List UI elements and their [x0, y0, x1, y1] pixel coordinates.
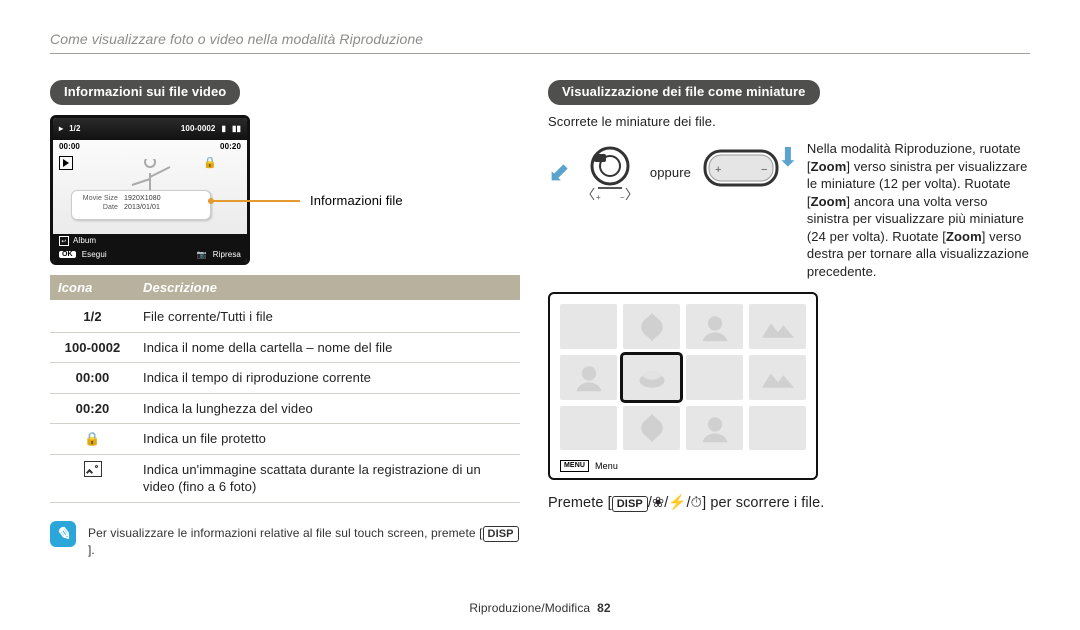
counter: 1/2 — [69, 125, 80, 133]
callout-line — [208, 200, 300, 202]
thumbnails-sub: Scorrete le miniature dei file. — [548, 113, 1030, 131]
icon-description-table: Icona Descrizione 1/2 File corrente/Tutt… — [50, 275, 520, 503]
zoom-ring-icon: + − — [580, 140, 640, 205]
thumb-cell — [749, 355, 806, 400]
svg-text:+: + — [596, 193, 601, 200]
breadcrumb: Come visualizzare foto o video nella mod… — [50, 30, 1030, 54]
row-desc: File corrente/Tutti i file — [135, 301, 520, 332]
thumb-cell — [560, 406, 617, 451]
note-text: Per visualizzare le informazioni relativ… — [88, 526, 479, 540]
row-desc: Indica un'immagine scattata durante la r… — [135, 454, 520, 502]
th-icon: Icona — [50, 275, 135, 302]
shoot-label: Ripresa — [213, 251, 241, 259]
flash-icon: ⚡ — [668, 495, 686, 511]
back-icon: ↩ — [59, 236, 69, 246]
thumb-cell — [623, 406, 680, 451]
file-no: 100-0002 — [181, 125, 216, 133]
time-current: 00:00 — [59, 140, 80, 154]
thumb-cell — [560, 355, 617, 400]
thumb-cell-selected — [623, 355, 680, 400]
note-icon: ✎ — [50, 521, 76, 547]
lcd-mockup: ▸ 1/2 100-0002 ▮ ▮▮ 00:00 00:20 🔒 — [50, 115, 250, 265]
svg-text:−: − — [761, 164, 768, 176]
thumbnails-desc: Nella modalità Riproduzione, ruotate [Zo… — [807, 140, 1030, 280]
file-info-popup: Movie Size 1920X1080 Date 2013/01/01 — [71, 190, 211, 220]
row-icon: 1/2 — [50, 301, 135, 332]
thumb-cell — [686, 355, 743, 400]
arrow-left-icon: ⬋ — [548, 155, 570, 190]
row-desc: Indica un file protetto — [135, 424, 520, 455]
row-icon: 100-0002 — [50, 332, 135, 363]
page-footer: Riproduzione/Modifica 82 — [0, 600, 1080, 616]
timer-icon: ⏱ — [691, 495, 702, 511]
svg-text:−: − — [620, 193, 625, 200]
thumb-cell — [749, 304, 806, 349]
row-icon: 00:20 — [50, 393, 135, 424]
thumb-cell — [686, 304, 743, 349]
section-heading-thumbnails: Visualizzazione dei file come miniature — [548, 80, 820, 105]
lock-icon: 🔒 — [50, 424, 135, 455]
row-desc: Indica il nome della cartella – nome del… — [135, 332, 520, 363]
menu-key: MENU — [560, 460, 589, 472]
row-desc: Indica la lunghezza del video — [135, 393, 520, 424]
album-label: Album — [73, 237, 96, 245]
zoom-rocker-icon: + − — [701, 143, 781, 202]
svg-text:+: + — [715, 164, 722, 176]
section-heading-video-info: Informazioni sui file video — [50, 80, 240, 105]
arrow-down-icon: ⬇ — [777, 140, 799, 175]
row-desc: Indica il tempo di riproduzione corrente — [135, 363, 520, 394]
menu-label: Menu — [595, 462, 618, 471]
exec-label: Esegui — [82, 251, 107, 259]
play-glyph: ▸ — [59, 125, 63, 133]
callout-label: Informazioni file — [310, 192, 403, 210]
scroll-instruction: Premete [DISP/❀/⚡/⏱] per scorrere i file… — [548, 494, 1030, 514]
play-button-icon — [59, 156, 73, 170]
dial-row: ⬋ + − oppure — [548, 140, 799, 205]
disp-key: DISP — [612, 496, 648, 512]
time-total: 00:20 — [220, 140, 241, 154]
ok-key: OK — [59, 251, 76, 258]
footer-page: 82 — [597, 601, 611, 615]
th-desc: Descrizione — [135, 275, 520, 302]
footer-section: Riproduzione/Modifica — [469, 601, 590, 615]
camera-icon: 📷 — [197, 251, 207, 259]
thumb-cell — [686, 406, 743, 451]
lock-icon: 🔒 — [203, 156, 217, 171]
macro-icon: ❀ — [652, 495, 664, 511]
thumb-cell — [560, 304, 617, 349]
disp-key: DISP — [483, 526, 519, 542]
note-disp: ✎ Per visualizzare le informazioni relat… — [50, 521, 520, 558]
thumbnail-preview: MENU Menu — [548, 292, 818, 480]
row-icon: 00:00 — [50, 363, 135, 394]
thumb-icon — [50, 454, 135, 502]
oppure-label: oppure — [650, 164, 691, 182]
battery-icon: ▮▮ — [232, 125, 241, 133]
thumb-cell — [749, 406, 806, 451]
thumb-cell — [623, 304, 680, 349]
card-icon: ▮ — [221, 125, 226, 133]
